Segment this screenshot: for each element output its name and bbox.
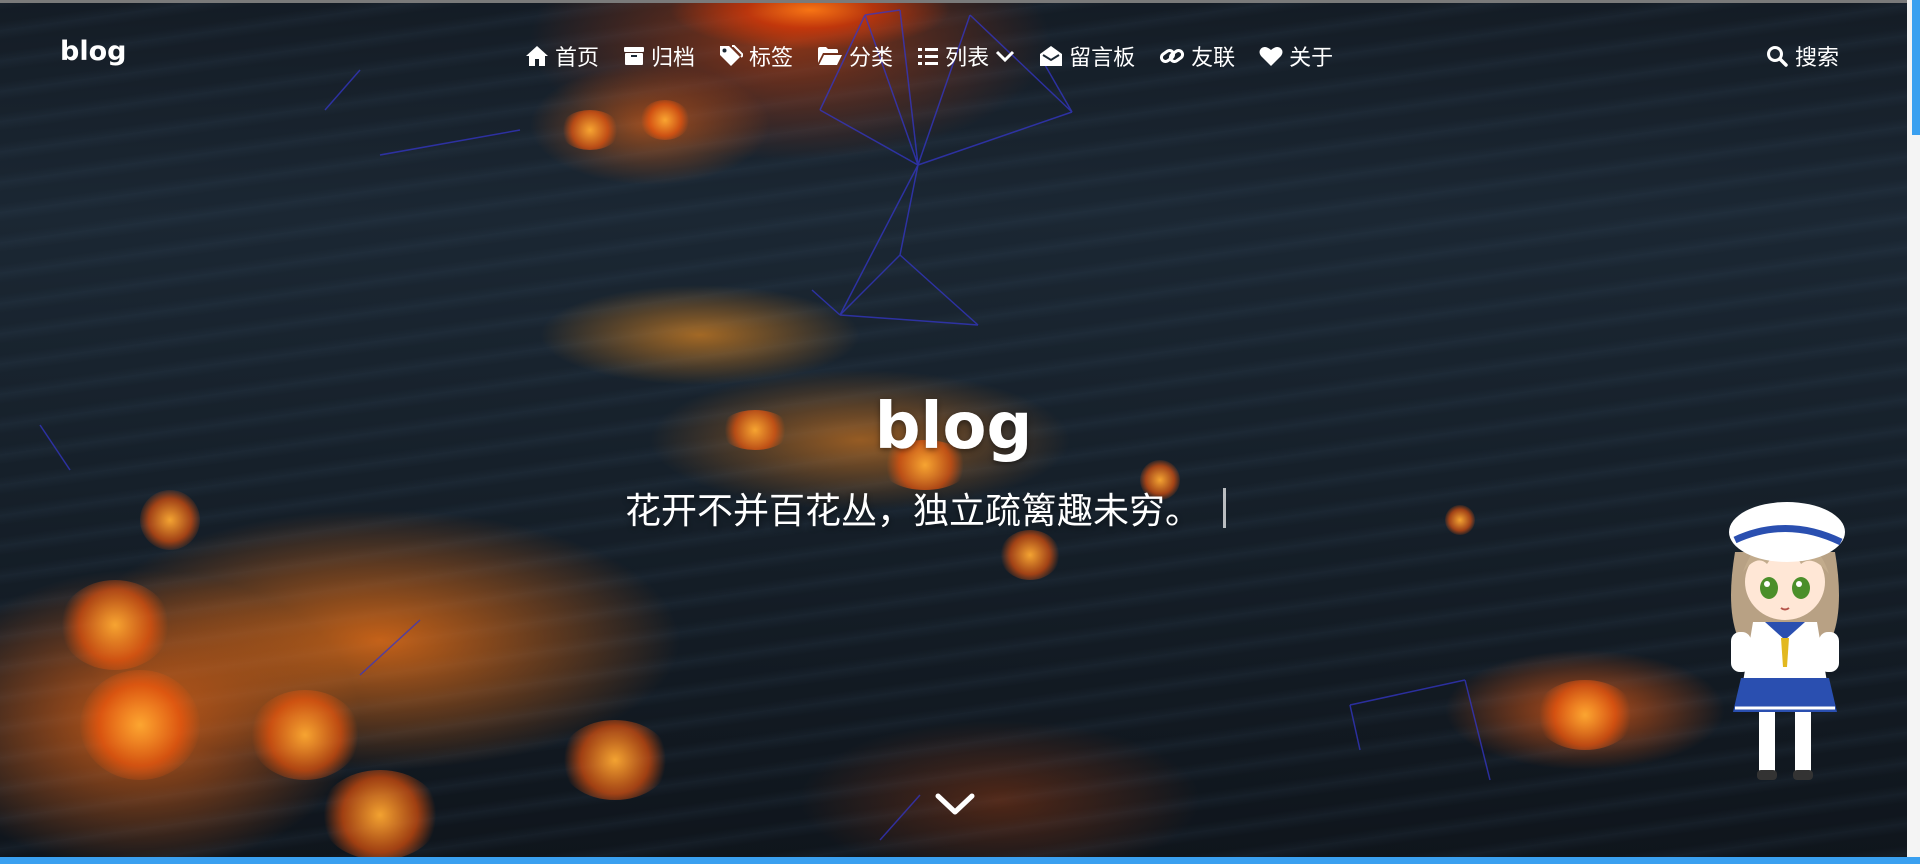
top-navbar: blog 首页 归档 标签 分类 列表 留言板 友联 关于 搜索	[0, 0, 1907, 112]
tags-icon	[720, 45, 744, 66]
right-scrollbar[interactable]	[1907, 0, 1920, 864]
chevron-down-icon	[996, 50, 1015, 63]
nav-item-list-dropdown[interactable]: 列表	[917, 40, 1015, 72]
scrollbar-thumb[interactable]	[1912, 0, 1920, 135]
nav-item-home[interactable]: 首页	[525, 40, 599, 72]
nav-item-guestbook[interactable]: 留言板	[1039, 40, 1135, 72]
nav-item-label: 归档	[651, 46, 696, 71]
envelope-open-icon	[1040, 46, 1063, 66]
nav-item-label: 分类	[849, 46, 894, 71]
nav-item-friend-links[interactable]: 友联	[1159, 40, 1235, 72]
nav-item-tags[interactable]: 标签	[719, 40, 793, 72]
nav-item-label: 关于	[1289, 46, 1334, 71]
search-icon	[1767, 46, 1788, 67]
scroll-down-chevron-icon[interactable]	[934, 790, 976, 820]
nav-item-label: 列表	[945, 46, 990, 71]
nav-item-label: 首页	[555, 46, 600, 71]
nav-item-archive[interactable]: 归档	[623, 40, 695, 72]
nav-item-about[interactable]: 关于	[1259, 40, 1333, 72]
typing-cursor	[1223, 488, 1227, 528]
nav-item-label: 标签	[749, 46, 794, 71]
search-label: 搜索	[1795, 46, 1840, 71]
hero-subtitle: 花开不并百花丛，独立疏篱趣未穷。	[625, 491, 1202, 532]
hero-title: blog	[874, 390, 1033, 464]
home-icon	[526, 46, 548, 66]
brand-logo[interactable]: blog	[60, 36, 126, 67]
archive-icon	[624, 47, 645, 65]
nav-item-label: 友联	[1191, 46, 1236, 71]
link-icon	[1160, 49, 1185, 63]
nav-item-categories[interactable]: 分类	[817, 40, 893, 72]
nav-menu: 首页 归档 标签 分类 列表 留言板 友联 关于	[525, 40, 1333, 72]
hero-subtitle-row: 花开不并百花丛，独立疏篱趣未穷。	[625, 482, 1227, 534]
heart-icon	[1259, 47, 1283, 66]
folder-open-icon	[818, 47, 843, 65]
bottom-accent-bar	[0, 857, 1920, 864]
list-icon	[918, 48, 939, 65]
nav-item-label: 留言板	[1069, 46, 1136, 71]
mascot-character-decoration	[1729, 502, 1845, 780]
search-button[interactable]: 搜索	[1766, 40, 1839, 72]
